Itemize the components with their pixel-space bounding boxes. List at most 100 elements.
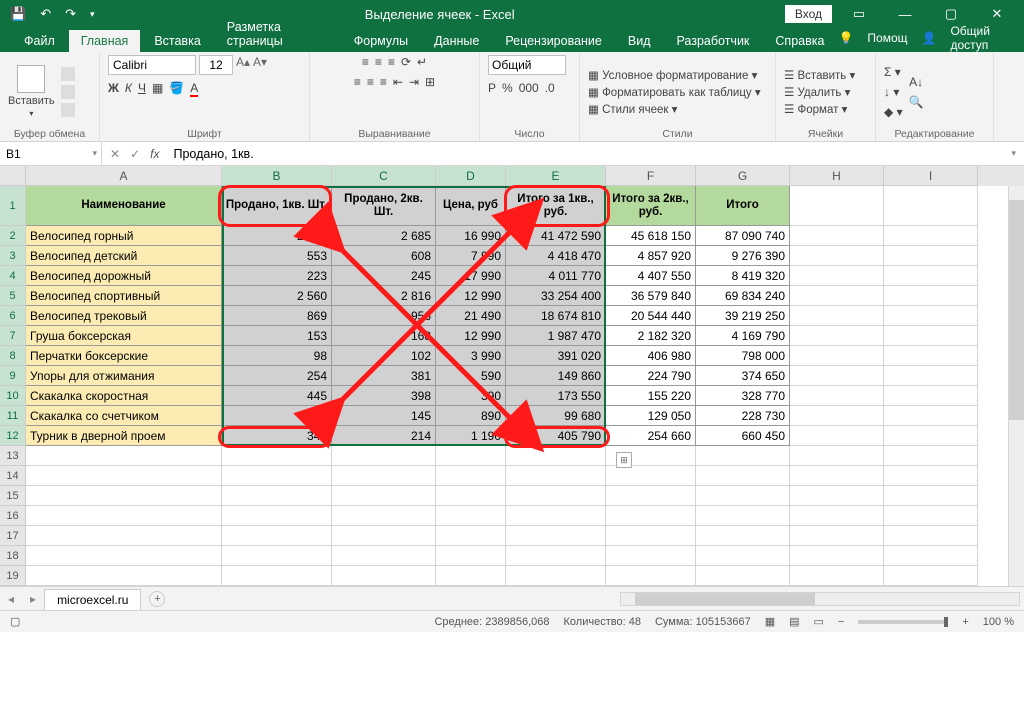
minimize-icon[interactable]: — bbox=[886, 7, 924, 22]
tab-data[interactable]: Данные bbox=[422, 30, 491, 52]
cell[interactable]: Велосипед трековый bbox=[26, 306, 222, 326]
cell[interactable] bbox=[506, 446, 606, 466]
clear-icon[interactable]: ◆ ▾ bbox=[884, 105, 903, 119]
tab-file[interactable]: Файл bbox=[12, 30, 67, 52]
cell[interactable] bbox=[884, 566, 978, 586]
cell[interactable]: 155 220 bbox=[606, 386, 696, 406]
cell[interactable]: 328 770 bbox=[696, 386, 790, 406]
cell[interactable] bbox=[436, 546, 506, 566]
sheet-nav-prev-icon[interactable]: ◂ bbox=[0, 592, 22, 606]
cell[interactable] bbox=[696, 446, 790, 466]
cell[interactable] bbox=[436, 446, 506, 466]
cell[interactable]: Турник в дверной проем bbox=[26, 426, 222, 446]
cell[interactable]: 590 bbox=[436, 366, 506, 386]
row-header[interactable]: 8 bbox=[0, 346, 26, 366]
cell[interactable]: 20 544 440 bbox=[606, 306, 696, 326]
column-header[interactable]: G bbox=[696, 166, 790, 186]
tab-formulas[interactable]: Формулы bbox=[342, 30, 420, 52]
font-color-button[interactable]: А bbox=[190, 81, 198, 95]
row-header[interactable]: 1 bbox=[0, 186, 26, 226]
copy-icon[interactable] bbox=[61, 85, 75, 99]
cell[interactable]: 608 bbox=[332, 246, 436, 266]
add-sheet-button[interactable]: + bbox=[149, 591, 165, 607]
save-icon[interactable]: 💾 bbox=[10, 6, 26, 22]
cell[interactable]: 398 bbox=[332, 386, 436, 406]
row-header[interactable]: 7 bbox=[0, 326, 26, 346]
row-header[interactable]: 5 bbox=[0, 286, 26, 306]
cell[interactable]: 890 bbox=[436, 406, 506, 426]
cell[interactable]: 4 169 790 bbox=[696, 326, 790, 346]
decrease-indent-icon[interactable]: ⇤ bbox=[393, 75, 403, 89]
cell[interactable] bbox=[222, 486, 332, 506]
fill-color-button[interactable]: 🪣 bbox=[169, 81, 184, 95]
sheet-tab-active[interactable]: microexcel.ru bbox=[44, 589, 141, 610]
cell[interactable] bbox=[790, 566, 884, 586]
cell[interactable] bbox=[606, 486, 696, 506]
row-header[interactable]: 14 bbox=[0, 466, 26, 486]
align-top-icon[interactable]: ≡ bbox=[362, 55, 369, 69]
cell[interactable]: Упоры для отжимания bbox=[26, 366, 222, 386]
cell[interactable]: 129 050 bbox=[606, 406, 696, 426]
cell[interactable] bbox=[884, 526, 978, 546]
cell[interactable]: 18 674 810 bbox=[506, 306, 606, 326]
cell[interactable] bbox=[884, 186, 978, 226]
cell[interactable]: 956 bbox=[332, 306, 436, 326]
cell[interactable] bbox=[222, 446, 332, 466]
autosum-icon[interactable]: Σ ▾ bbox=[884, 65, 901, 79]
cell[interactable] bbox=[436, 526, 506, 546]
cell[interactable] bbox=[332, 546, 436, 566]
delete-cells-button[interactable]: ☰ Удалить ▾ bbox=[784, 85, 855, 99]
cell[interactable] bbox=[884, 226, 978, 246]
cell[interactable] bbox=[332, 466, 436, 486]
cell[interactable]: 69 834 240 bbox=[696, 286, 790, 306]
cell[interactable] bbox=[436, 466, 506, 486]
cell[interactable] bbox=[696, 526, 790, 546]
cell[interactable]: Скакалка со счетчиком bbox=[26, 406, 222, 426]
cell[interactable]: 168 bbox=[332, 326, 436, 346]
cell[interactable] bbox=[884, 546, 978, 566]
cell[interactable]: 12 990 bbox=[436, 326, 506, 346]
cell[interactable]: 1 190 bbox=[436, 426, 506, 446]
cell[interactable] bbox=[884, 486, 978, 506]
cell[interactable] bbox=[884, 466, 978, 486]
align-left-icon[interactable]: ≡ bbox=[354, 75, 361, 89]
cell[interactable]: 2 182 320 bbox=[606, 326, 696, 346]
cell[interactable]: 153 bbox=[222, 326, 332, 346]
cell[interactable] bbox=[790, 346, 884, 366]
column-header[interactable]: I bbox=[884, 166, 978, 186]
cell[interactable] bbox=[506, 546, 606, 566]
cell[interactable]: 173 550 bbox=[506, 386, 606, 406]
cell[interactable] bbox=[790, 186, 884, 226]
cell[interactable]: 3 990 bbox=[436, 346, 506, 366]
font-size-input[interactable] bbox=[199, 55, 233, 75]
cell[interactable] bbox=[332, 486, 436, 506]
cell[interactable] bbox=[884, 266, 978, 286]
cell[interactable]: Груша боксерская bbox=[26, 326, 222, 346]
cell[interactable] bbox=[332, 566, 436, 586]
cell[interactable] bbox=[696, 466, 790, 486]
cell[interactable]: 112 bbox=[222, 406, 332, 426]
view-normal-icon[interactable]: ▦ bbox=[765, 615, 775, 628]
cell[interactable]: 36 579 840 bbox=[606, 286, 696, 306]
cell[interactable] bbox=[606, 466, 696, 486]
cell[interactable] bbox=[884, 306, 978, 326]
cell[interactable] bbox=[222, 506, 332, 526]
cell[interactable] bbox=[790, 286, 884, 306]
tab-view[interactable]: Вид bbox=[616, 30, 663, 52]
cell[interactable]: 45 618 150 bbox=[606, 226, 696, 246]
cell[interactable] bbox=[790, 226, 884, 246]
cell[interactable] bbox=[26, 506, 222, 526]
cell[interactable]: Велосипед детский bbox=[26, 246, 222, 266]
cell[interactable] bbox=[884, 426, 978, 446]
cell[interactable] bbox=[26, 526, 222, 546]
cell[interactable] bbox=[506, 526, 606, 546]
cell[interactable]: 17 990 bbox=[436, 266, 506, 286]
cell[interactable]: 21 490 bbox=[436, 306, 506, 326]
cell[interactable]: 9 276 390 bbox=[696, 246, 790, 266]
align-bottom-icon[interactable]: ≡ bbox=[388, 55, 395, 69]
cell[interactable] bbox=[790, 526, 884, 546]
cell[interactable]: 12 990 bbox=[436, 286, 506, 306]
cell[interactable]: 98 bbox=[222, 346, 332, 366]
cell[interactable]: 374 650 bbox=[696, 366, 790, 386]
cell[interactable]: 4 418 470 bbox=[506, 246, 606, 266]
